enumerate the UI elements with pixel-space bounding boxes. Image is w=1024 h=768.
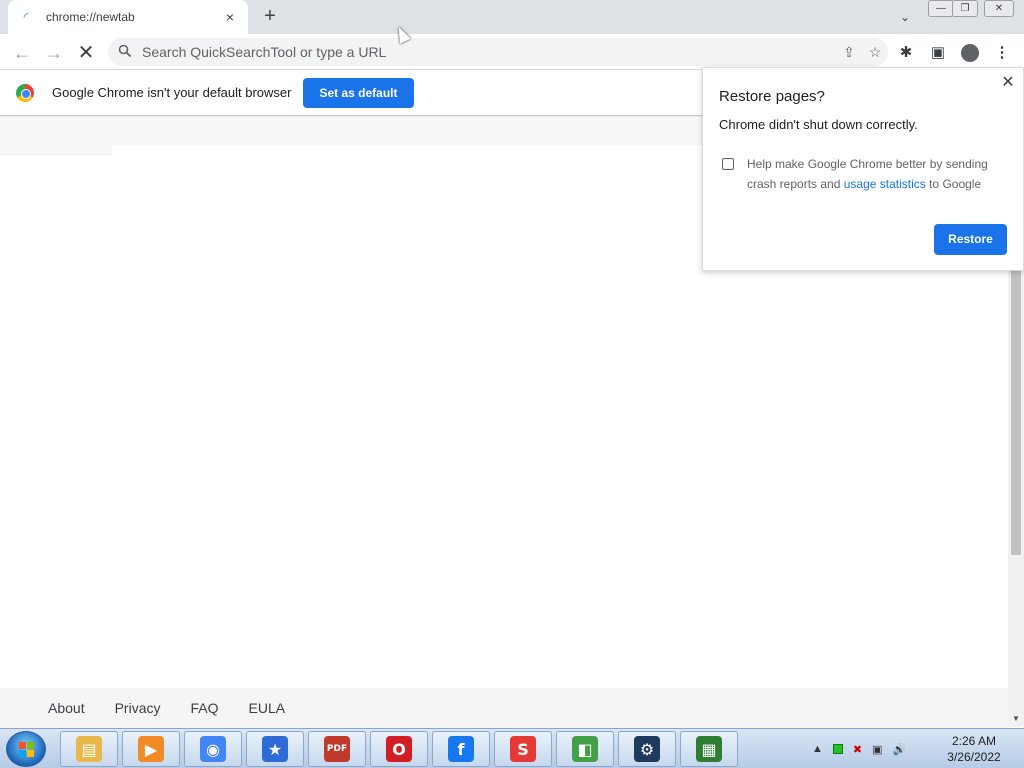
restore-button[interactable]: Restore bbox=[934, 224, 1007, 255]
taskbar-favorites-star[interactable]: ★ bbox=[246, 731, 304, 767]
tab-strip: ◜ chrome://newtab × + ⌄ — ❐ ✕ bbox=[0, 0, 1024, 34]
taskbar-pdf-reader[interactable]: PDF bbox=[308, 731, 366, 767]
restore-pages-dialog: Restore pages? ✕ Chrome didn't shut down… bbox=[702, 67, 1024, 271]
scroll-down-arrow-icon[interactable]: ▼ bbox=[1008, 712, 1024, 726]
taskbar-monitor-app[interactable]: ▦ bbox=[680, 731, 738, 767]
taskbar-stacks-app[interactable]: ◧ bbox=[556, 731, 614, 767]
start-button[interactable] bbox=[6, 731, 46, 767]
chrome-icon: ◉ bbox=[200, 736, 226, 762]
infobar-message: Google Chrome isn't your default browser bbox=[52, 85, 292, 100]
footer-link-faq[interactable]: FAQ bbox=[191, 700, 219, 716]
maximize-button[interactable]: ❐ bbox=[952, 0, 978, 17]
chrome-logo-icon bbox=[16, 83, 34, 102]
speaker-icon[interactable]: 🔊 bbox=[893, 743, 907, 756]
tab-title: chrome://newtab bbox=[46, 10, 135, 24]
monitor-app-icon: ▦ bbox=[696, 736, 722, 762]
new-tab-button[interactable]: + bbox=[258, 5, 282, 29]
taskbar-media-player[interactable]: ▶ bbox=[122, 731, 180, 767]
search-icon bbox=[118, 44, 134, 61]
tab-newtab[interactable]: ◜ chrome://newtab × bbox=[8, 0, 248, 34]
green-status-icon[interactable] bbox=[832, 744, 843, 754]
footer-link-privacy[interactable]: Privacy bbox=[115, 700, 161, 716]
tab-search-icon[interactable]: ⌄ bbox=[894, 6, 916, 28]
facebook-icon: f bbox=[448, 736, 474, 762]
s-app-icon: S bbox=[510, 736, 536, 762]
footer-link-eula[interactable]: EULA bbox=[249, 700, 286, 716]
taskbar-opera[interactable]: O bbox=[370, 731, 428, 767]
gear-app-icon: ⚙ bbox=[634, 736, 660, 762]
forward-icon[interactable]: → bbox=[41, 40, 67, 66]
taskbar-file-explorer[interactable]: ▤ bbox=[60, 731, 118, 767]
usage-statistics-link[interactable]: usage statistics bbox=[844, 177, 926, 191]
page-footer: About Privacy FAQ EULA bbox=[0, 688, 1008, 728]
media-player-icon: ▶ bbox=[138, 736, 164, 762]
toolbar: ← → ✕ Search QuickSearchTool or type a U… bbox=[0, 34, 1024, 70]
dialog-title: Restore pages? bbox=[719, 88, 825, 105]
clock-time: 2:26 AM bbox=[951, 734, 997, 748]
scrollbar-thumb[interactable] bbox=[1011, 270, 1021, 555]
opera-icon: O bbox=[386, 736, 412, 762]
clock-date: 3/26/2022 bbox=[947, 750, 1001, 764]
clock[interactable]: 2:26 AM 3/26/2022 bbox=[934, 733, 1014, 765]
crash-reports-checkbox[interactable] bbox=[722, 158, 734, 170]
dialog-subtitle: Chrome didn't shut down correctly. bbox=[719, 117, 918, 132]
omnibox[interactable]: Search QuickSearchTool or type a URL ⇪ ☆ bbox=[108, 38, 888, 66]
bookmark-star-icon[interactable]: ☆ bbox=[862, 44, 888, 61]
crash-reports-label: Help make Google Chrome better by sendin… bbox=[747, 154, 1007, 194]
favorites-star-icon: ★ bbox=[262, 736, 288, 762]
windows-logo-icon bbox=[19, 742, 35, 758]
tab-close-icon[interactable]: × bbox=[222, 9, 238, 25]
side-panel-icon[interactable]: ▣ bbox=[926, 41, 950, 65]
taskbar-facebook[interactable]: f bbox=[432, 731, 490, 767]
omnibox-placeholder[interactable]: Search QuickSearchTool or type a URL bbox=[142, 44, 836, 60]
share-icon[interactable]: ⇪ bbox=[836, 44, 862, 61]
extensions-icon[interactable]: ✱ bbox=[894, 41, 918, 65]
dialog-close-icon[interactable]: ✕ bbox=[999, 74, 1017, 92]
minimize-button[interactable]: — bbox=[928, 0, 954, 17]
back-icon[interactable]: ← bbox=[9, 40, 35, 66]
set-as-default-button[interactable]: Set as default bbox=[303, 77, 414, 108]
action-center-flag-icon[interactable]: ✖ bbox=[853, 743, 862, 756]
page-header-strip-left bbox=[0, 145, 112, 155]
taskbar: ▤ ▶ ◉ ★ PDF Of S ◧ ⚙ ▦ ▲ ✖ ▣ 🔊 2:26 AM 3/26/2022 bbox=[0, 728, 1024, 768]
taskbar-chrome[interactable]: ◉ bbox=[184, 731, 242, 767]
loading-icon: ◜ bbox=[23, 10, 29, 24]
system-tray: ▲ ✖ ▣ 🔊 bbox=[812, 733, 906, 765]
stacks-app-icon: ◧ bbox=[572, 736, 598, 762]
help-text-after: to Google bbox=[925, 177, 982, 191]
file-explorer-icon: ▤ bbox=[76, 736, 102, 762]
window-close-button[interactable]: ✕ bbox=[984, 0, 1014, 17]
pdf-reader-icon: PDF bbox=[324, 736, 350, 762]
menu-icon[interactable]: ⋮ bbox=[990, 41, 1014, 65]
network-icon[interactable]: ▣ bbox=[872, 743, 882, 756]
stop-loading-icon[interactable]: ✕ bbox=[73, 40, 99, 66]
footer-link-about[interactable]: About bbox=[48, 700, 85, 716]
profile-avatar-icon[interactable] bbox=[958, 41, 982, 65]
taskbar-gear-app[interactable]: ⚙ bbox=[618, 731, 676, 767]
taskbar-s-app[interactable]: S bbox=[494, 731, 552, 767]
show-hidden-icons-icon[interactable]: ▲ bbox=[812, 743, 823, 755]
